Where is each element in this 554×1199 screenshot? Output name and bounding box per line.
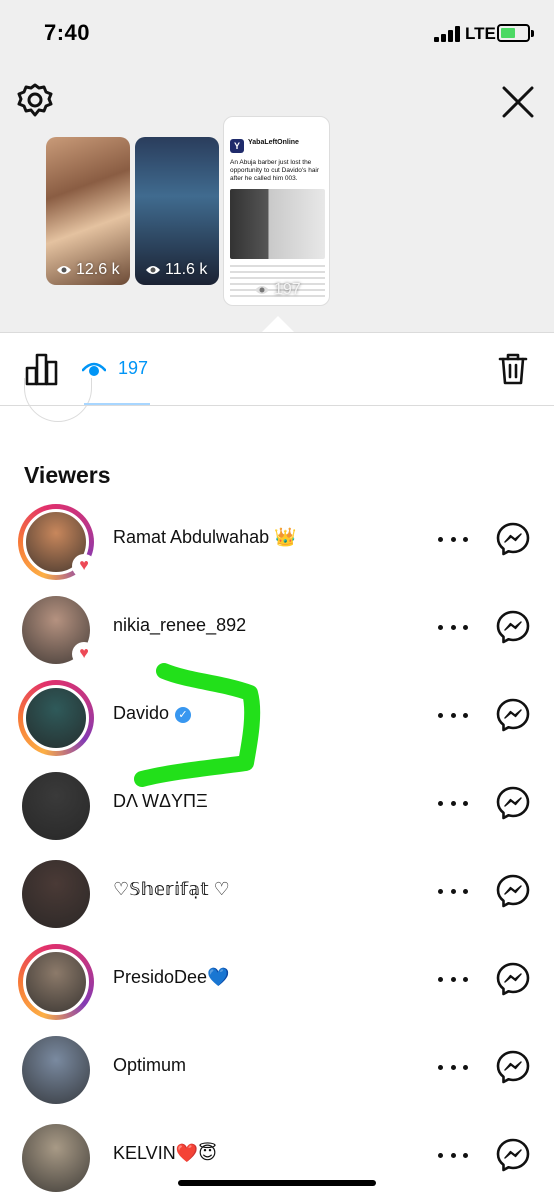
viewer-name[interactable]: KELVIN❤️😇 (113, 1143, 217, 1164)
eye-icon (82, 362, 106, 376)
post-account: YabaLeftOnline (248, 139, 299, 146)
more-options-icon[interactable] (438, 969, 468, 989)
avatar[interactable] (18, 856, 94, 932)
more-options-icon[interactable] (438, 1057, 468, 1077)
viewer-name-text: KELVIN❤️😇 (113, 1143, 217, 1163)
selection-pointer (262, 316, 294, 332)
network-type: LTE (465, 24, 496, 43)
more-options-icon[interactable] (438, 529, 468, 549)
viewer-name-text: Ramat Abdulwahab 👑 (113, 527, 297, 547)
story-view-count: 11.6 k (145, 261, 207, 279)
avatar[interactable]: ♥ (18, 592, 96, 668)
partial-divider (84, 403, 150, 405)
signal-bars-icon (434, 26, 464, 42)
viewer-name-text: nikia_renee_892 (113, 615, 247, 635)
messenger-icon[interactable] (495, 1137, 531, 1173)
viewer-name-text: Optimum (113, 1055, 187, 1075)
post-text: An Abuja barber just lost the opportunit… (230, 159, 320, 182)
viewer-name-text: ♡𝕊𝕙𝕖𝕣𝕚𝕗𝕒̣𝕥 ♡ (113, 879, 230, 899)
avatar-photo (22, 1124, 90, 1192)
viewer-name[interactable]: PresidoDee💙 (113, 967, 229, 988)
viewer-row[interactable]: PresidoDee💙 (0, 935, 554, 1023)
close-icon[interactable] (498, 82, 538, 122)
story-thumbnail[interactable]: 11.6 k (135, 137, 219, 285)
viewer-row[interactable]: Davido ✓ (0, 671, 554, 759)
viewer-name[interactable]: DΛ WΔYПΞ (113, 791, 208, 812)
highlight-scribble (134, 663, 261, 787)
viewer-row[interactable]: ♥ nikia_renee_892 (0, 583, 554, 671)
trash-icon[interactable] (497, 352, 529, 386)
viewer-name-text: DΛ WΔYПΞ (113, 791, 208, 811)
status-bar: 7:40 LTE (0, 0, 554, 70)
viewers-heading: Viewers (24, 462, 111, 488)
eye-icon (146, 266, 160, 274)
messenger-icon[interactable] (495, 961, 531, 997)
viewer-row[interactable]: ♡𝕊𝕙𝕖𝕣𝕚𝕗𝕒̣𝕥 ♡ (0, 847, 554, 935)
avatar[interactable] (18, 1032, 94, 1108)
avatar-photo (23, 949, 89, 1015)
avatar-photo (22, 1036, 90, 1104)
view-count[interactable]: 197 (118, 358, 148, 379)
avatar[interactable]: ♥ (18, 504, 96, 580)
post-image (230, 189, 325, 259)
story-thumbnail[interactable]: 12.6 k (46, 137, 130, 285)
messenger-icon[interactable] (495, 609, 531, 645)
heart-icon: ♥ (72, 554, 96, 578)
more-options-icon[interactable] (438, 881, 468, 901)
viewer-row[interactable]: DΛ WΔYПΞ (0, 759, 554, 847)
story-thumbnail-selected[interactable]: Y YabaLeftOnline An Abuja barber just lo… (223, 116, 330, 306)
heart-icon: ♥ (72, 642, 96, 666)
viewer-name[interactable]: ♡𝕊𝕙𝕖𝕣𝕚𝕗𝕒̣𝕥 ♡ (113, 879, 230, 900)
battery-charging-icon (497, 24, 530, 42)
story-view-count: 12.6 k (56, 261, 120, 279)
avatar-photo (22, 860, 90, 928)
viewer-name[interactable]: Optimum (113, 1055, 186, 1076)
messenger-icon[interactable] (495, 785, 531, 821)
avatar[interactable] (18, 1120, 94, 1196)
more-options-icon[interactable] (438, 705, 468, 725)
avatar-photo (22, 772, 90, 840)
status-time: 7:40 (44, 20, 91, 45)
viewer-row[interactable]: Optimum (0, 1023, 554, 1111)
avatar[interactable] (18, 680, 94, 756)
eye-icon (255, 286, 269, 294)
home-indicator[interactable] (178, 1180, 376, 1186)
messenger-icon[interactable] (495, 873, 531, 909)
avatar[interactable] (18, 944, 94, 1020)
more-options-icon[interactable] (438, 617, 468, 637)
messenger-icon[interactable] (495, 697, 531, 733)
more-options-icon[interactable] (438, 1145, 468, 1165)
viewer-name[interactable]: nikia_renee_892 (113, 615, 246, 636)
messenger-icon[interactable] (495, 521, 531, 557)
avatar-photo (23, 685, 89, 751)
messenger-icon[interactable] (495, 1049, 531, 1085)
partial-avatar (24, 378, 92, 422)
gear-icon[interactable] (16, 82, 54, 120)
avatar[interactable] (18, 768, 94, 844)
viewer-name[interactable]: Ramat Abdulwahab 👑 (113, 527, 297, 548)
viewer-name-text: PresidoDee💙 (113, 967, 230, 987)
eye-icon (57, 266, 71, 274)
more-options-icon[interactable] (438, 793, 468, 813)
story-view-count: 197 (254, 281, 301, 299)
viewer-row[interactable]: ♥ Ramat Abdulwahab 👑 (0, 495, 554, 583)
post-logo: Y (230, 139, 244, 153)
